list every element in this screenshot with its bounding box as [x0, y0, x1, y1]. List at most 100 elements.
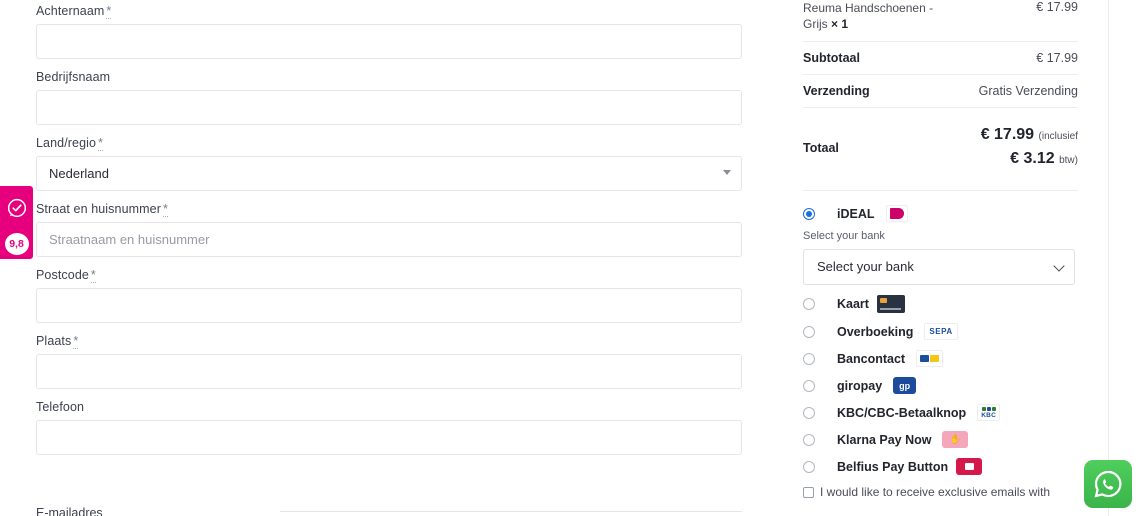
bank-select[interactable]: Select your bank: [803, 249, 1075, 285]
field-label-company: Bedrijfsnaam: [36, 70, 111, 84]
payment-option-kbc[interactable]: KBC/CBC-Betaalknop KBC: [803, 404, 1078, 421]
label-text: Postcode: [36, 268, 89, 282]
total-amount-note: (inclusief: [1038, 131, 1078, 142]
field-label-city: Plaats *: [36, 334, 742, 349]
summary-row-shipping: Verzending Gratis Verzending: [803, 75, 1078, 108]
field-city: Plaats *: [36, 334, 742, 389]
field-label-phone: Telefoon: [36, 400, 85, 414]
postcode-input[interactable]: [36, 288, 742, 323]
radio-sepa[interactable]: [803, 325, 815, 338]
vertical-divider: [1108, 0, 1109, 516]
review-score: 9,8: [4, 233, 29, 255]
bank-select-wrap: Select your bank: [803, 249, 1075, 285]
select-bank-label: Select your bank: [803, 230, 885, 242]
radio-ideal[interactable]: [803, 207, 815, 220]
divider: [280, 511, 742, 512]
total-line-2: € 3.12 btw): [981, 148, 1078, 172]
total-label: Totaal: [803, 141, 839, 155]
product-name-wrap: Reuma Handschoenen - Grijs × 1: [803, 0, 953, 32]
chevron-down-icon: [723, 170, 731, 175]
field-lastname: Achternaam *: [36, 4, 742, 59]
field-company: Bedrijfsnaam: [36, 70, 742, 125]
payment-option-klarna[interactable]: Klarna Pay Now ✋: [803, 431, 1078, 448]
city-input[interactable]: [36, 354, 742, 389]
payment-option-giropay[interactable]: giropay gp: [803, 377, 1078, 394]
radio-bancontact[interactable]: [803, 352, 815, 365]
label-text: Straat en huisnummer: [36, 202, 161, 216]
payment-option-card[interactable]: Kaart: [803, 295, 1078, 313]
email-optin-label: I would like to receive exclusive emails…: [820, 485, 1051, 499]
review-badge[interactable]: 9,8: [0, 186, 33, 259]
total-amounts: € 17.99 (inclusief € 3.12 btw): [981, 124, 1078, 172]
label-text: Land/regio: [36, 136, 97, 150]
payment-label-giropay: giropay: [837, 378, 883, 393]
field-phone: Telefoon: [36, 400, 742, 455]
payment-label-sepa: Overboeking: [837, 324, 914, 339]
klarna-logo-icon: ✋: [942, 431, 969, 448]
summary-row-subtotal: Subtotaal € 17.99: [803, 42, 1078, 75]
total-amount: € 17.99: [980, 126, 1035, 143]
kbc-logo-text: KBC: [981, 411, 997, 419]
subtotal-value: € 17.99: [1036, 51, 1078, 65]
payment-label-ideal: iDEAL: [837, 206, 875, 221]
total-tax-amount: € 3.12: [1010, 150, 1055, 167]
required-marker: *: [98, 136, 104, 151]
shipping-value: Gratis Verzending: [978, 84, 1078, 98]
address-input[interactable]: [36, 222, 742, 257]
review-badge-score-area: 9,8: [0, 229, 33, 259]
country-select[interactable]: Nederland: [36, 156, 742, 191]
payment-option-sepa[interactable]: Overboeking SEPA: [803, 323, 1078, 340]
radio-giropay[interactable]: [803, 379, 815, 392]
product-name: Reuma Handschoenen - Grijs: [803, 1, 934, 31]
summary-row-product: Reuma Handschoenen - Grijs × 1 € 17.99: [803, 0, 1078, 42]
required-marker: *: [90, 268, 96, 283]
payment-label-bancontact: Bancontact: [837, 351, 906, 366]
payment-label-card: Kaart: [837, 297, 869, 311]
radio-kbc[interactable]: [803, 406, 815, 419]
kbc-logo-icon: KBC: [977, 404, 1001, 421]
required-marker: *: [162, 202, 168, 217]
required-marker: *: [106, 4, 112, 19]
field-country: Land/regio * Nederland: [36, 136, 742, 191]
giropay-logo-icon: gp: [893, 377, 917, 394]
label-text: Achternaam: [36, 4, 105, 18]
field-address: Straat en huisnummer *: [36, 202, 742, 257]
sepa-logo-icon: SEPA: [924, 323, 958, 340]
check-circle-icon: [7, 198, 26, 217]
radio-card[interactable]: [803, 298, 815, 310]
field-label-lastname: Achternaam *: [36, 4, 742, 19]
payment-option-bancontact[interactable]: Bancontact: [803, 350, 1078, 367]
email-optin-checkbox[interactable]: [803, 487, 814, 498]
bancontact-logo-icon: [916, 350, 944, 367]
whatsapp-button[interactable]: [1084, 460, 1132, 508]
payment-label-belfius: Belfius Pay Button: [837, 459, 949, 474]
product-price: € 17.99: [1036, 0, 1078, 14]
total-tax-note: btw): [1059, 155, 1078, 166]
radio-belfius[interactable]: [803, 460, 815, 473]
field-label-email-partial: E-mailadres: [36, 506, 103, 516]
required-marker: *: [73, 334, 79, 349]
field-label-address: Straat en huisnummer *: [36, 202, 742, 217]
order-summary: Reuma Handschoenen - Grijs × 1 € 17.99 S…: [790, 0, 1090, 516]
label-text: Plaats: [36, 334, 72, 348]
subtotal-label: Subtotaal: [803, 51, 860, 65]
email-optin-row[interactable]: I would like to receive exclusive emails…: [803, 485, 1078, 500]
payment-label-klarna: Klarna Pay Now: [837, 432, 932, 447]
payment-option-belfius[interactable]: Belfius Pay Button: [803, 458, 1078, 475]
card-logo-icon: [876, 295, 905, 313]
field-label-country: Land/regio *: [36, 136, 742, 151]
product-quantity: × 1: [831, 17, 849, 31]
field-postcode: Postcode *: [36, 268, 742, 323]
review-badge-icon-area: [0, 186, 33, 229]
payment-option-ideal[interactable]: iDEAL: [803, 205, 1078, 222]
whatsapp-icon: [1094, 470, 1122, 498]
checkout-page: Achternaam * Bedrijfsnaam Land/regio * Ned…: [0, 0, 1140, 516]
belfius-logo-icon: [956, 458, 983, 475]
country-select-wrap: Nederland: [36, 156, 742, 191]
payment-label-kbc: KBC/CBC-Betaalknop: [837, 405, 967, 420]
payment-methods: iDEAL Select your bank Select your bank …: [803, 191, 1078, 500]
company-input[interactable]: [36, 90, 742, 125]
lastname-input[interactable]: [36, 24, 742, 59]
phone-input[interactable]: [36, 420, 742, 455]
radio-klarna[interactable]: [803, 433, 815, 446]
